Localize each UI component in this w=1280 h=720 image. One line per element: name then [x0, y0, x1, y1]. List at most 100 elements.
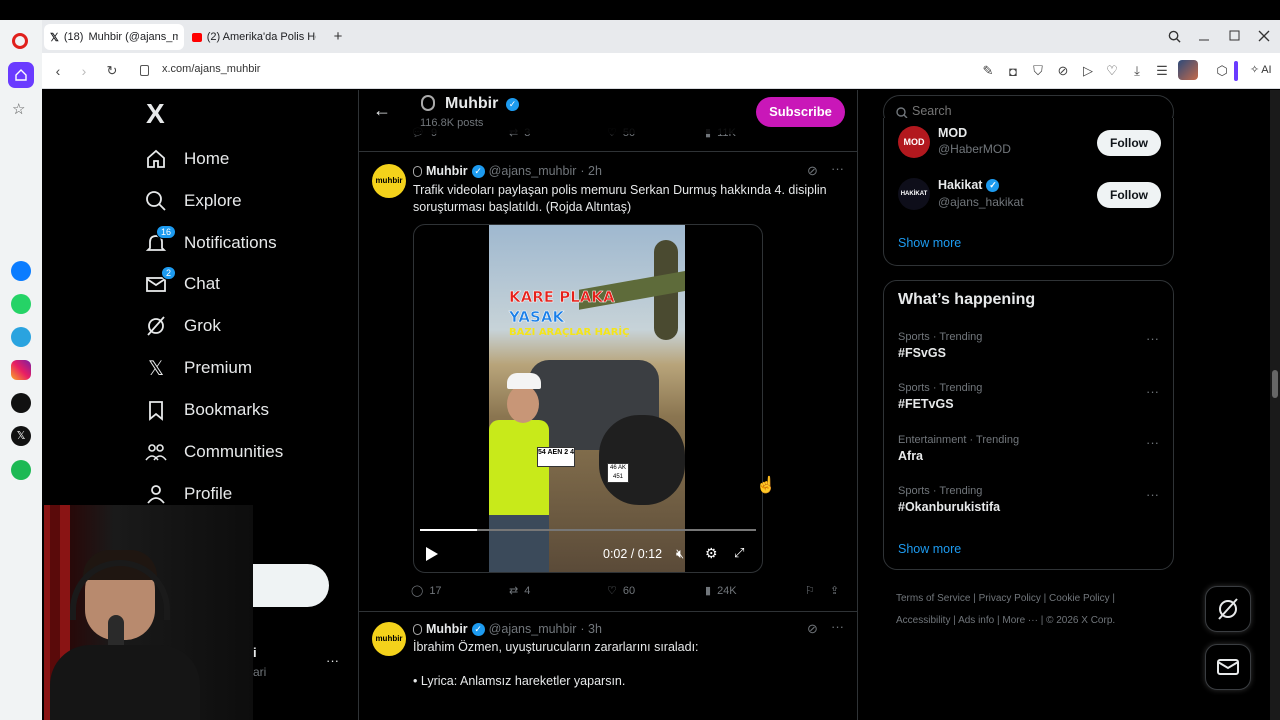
footer-privacy[interactable]: Privacy Policy [979, 593, 1041, 604]
maximize-icon[interactable] [1226, 28, 1242, 44]
reply-icon: ◯ [411, 585, 424, 597]
nav-chat[interactable]: 2 Chat [144, 266, 220, 300]
trend-more-icon[interactable]: ··· [1146, 331, 1159, 346]
play-icon[interactable]: ▷ [1080, 63, 1096, 79]
trend-item[interactable]: Sports · Trending #Okanburukistifa [898, 485, 1158, 514]
fullscreen-icon[interactable]: ⤢ [734, 545, 744, 561]
nav-grok[interactable]: Grok [144, 310, 221, 342]
footer-ads[interactable]: Ads info [958, 615, 994, 626]
back-icon[interactable]: ‹ [50, 63, 66, 79]
x-logo[interactable]: X [146, 98, 165, 130]
nav-communities[interactable]: Communities [144, 436, 283, 468]
nav-home[interactable]: Home [144, 143, 229, 175]
edit-icon[interactable]: ✎ [980, 63, 996, 79]
grok-post-icon[interactable]: ⊘ [807, 621, 818, 637]
instagram-icon[interactable] [11, 360, 31, 380]
minimize-icon[interactable] [1196, 28, 1212, 44]
menu-icon[interactable]: ☰ [1154, 63, 1170, 79]
share-button[interactable]: ⇪ [830, 584, 839, 597]
author-handle[interactable]: @ajans_muhbir [489, 622, 577, 636]
messages-float-button[interactable] [1205, 644, 1251, 690]
footer-accessibility[interactable]: Accessibility [896, 615, 950, 626]
mute-icon[interactable]: 🔇︎ [676, 546, 684, 562]
cube-icon[interactable]: ⬡ [1214, 63, 1230, 79]
avatar[interactable]: muhbir [372, 622, 406, 656]
video-player[interactable]: 54 AEN 2 4 46 AK 451 KARE PLAKA YASAK BA… [413, 224, 763, 573]
post-more-icon[interactable]: ··· [831, 619, 844, 634]
follow-button[interactable]: Follow [1097, 182, 1161, 208]
tab-muhbir[interactable]: 𝕏 (18) Muhbir (@ajans_m [44, 24, 184, 50]
footer-terms[interactable]: Terms of Service [896, 593, 970, 604]
nav-label: Chat [184, 274, 220, 293]
trend-item[interactable]: Entertainment · Trending Afra [898, 434, 1158, 463]
telegram-icon[interactable] [11, 327, 31, 347]
messenger-icon[interactable] [11, 261, 31, 281]
post-1[interactable]: muhbir Muhbir ✓ @ajans_muhbir · 2h ⊘ ···… [359, 152, 857, 611]
people-icon [144, 440, 168, 464]
back-arrow-icon[interactable]: ← [373, 100, 391, 121]
author-name[interactable]: Muhbir [426, 622, 468, 636]
views-button[interactable]: ▮ 24K [705, 584, 737, 598]
post-time[interactable]: · 3h [580, 622, 602, 636]
like-button[interactable]: ♡ 60 [607, 584, 635, 598]
x-icon[interactable]: 𝕏 [11, 426, 31, 446]
author-handle[interactable]: @ajans_muhbir [489, 164, 577, 178]
profile-avatar[interactable] [1178, 60, 1198, 80]
page-scrollbar[interactable] [1270, 90, 1280, 720]
vpn-icon[interactable]: ⊘ [1055, 63, 1071, 79]
avatar[interactable]: HAKİKAT [898, 178, 930, 210]
trend-more-icon[interactable]: ··· [1146, 487, 1159, 502]
nav-notifications[interactable]: 16 Notifications [144, 225, 277, 259]
subscribe-button[interactable]: Subscribe [756, 97, 845, 127]
bookmark-button[interactable]: ⚐ [805, 584, 815, 597]
heart-icon[interactable]: ♡ [1104, 63, 1120, 79]
nav-bookmarks[interactable]: Bookmarks [144, 394, 269, 426]
tiktok-icon[interactable] [11, 393, 31, 413]
url-field[interactable]: x.com/ajans_muhbir [162, 63, 260, 75]
close-window-icon[interactable] [1256, 28, 1272, 44]
tab-youtube[interactable]: (2) Amerika'da Polis Her Şe [186, 24, 322, 50]
follow-row-hakikat[interactable]: HAKİKAT Hakikat ✓ @ajans_hakikat Follow [884, 168, 1175, 216]
shield-icon[interactable]: ⛉ [1030, 63, 1046, 79]
account-more-icon[interactable]: ··· [326, 653, 339, 668]
nav-premium[interactable]: 𝕏 Premium [144, 352, 252, 384]
download-icon[interactable]: ⤓ [1129, 63, 1145, 79]
nav-explore[interactable]: Explore [144, 185, 242, 217]
show-more-link[interactable]: Show more [898, 236, 961, 250]
whatsapp-icon[interactable] [11, 294, 31, 314]
grok-float-button[interactable] [1205, 586, 1251, 632]
play-button-icon[interactable] [426, 547, 438, 561]
forward-icon[interactable]: › [76, 63, 92, 79]
search-input[interactable] [912, 104, 1162, 118]
spotify-icon[interactable] [11, 460, 31, 480]
post-time[interactable]: · 2h [580, 164, 602, 178]
video-progress-track[interactable] [420, 529, 756, 531]
opera-logo-icon[interactable] [12, 33, 28, 49]
avatar[interactable]: MOD [898, 126, 930, 158]
show-more-link[interactable]: Show more [898, 542, 961, 556]
post-more-icon[interactable]: ··· [831, 161, 844, 176]
reload-icon[interactable]: ↻ [104, 63, 120, 79]
grok-post-icon[interactable]: ⊘ [807, 163, 818, 179]
settings-icon[interactable]: ⚙ [705, 545, 718, 562]
search-tabs-icon[interactable] [1166, 28, 1182, 44]
trend-item[interactable]: Sports · Trending #FETvGS [898, 382, 1158, 411]
trend-item[interactable]: Sports · Trending #FSvGS [898, 331, 1158, 360]
author-name[interactable]: Muhbir [426, 164, 468, 178]
ai-button[interactable]: ✧ AI [1250, 63, 1272, 77]
scrollbar-thumb[interactable] [1272, 370, 1278, 398]
follow-row-mod[interactable]: MOD MOD @HaberMOD Follow [884, 118, 1175, 166]
footer-cookie[interactable]: Cookie Policy [1049, 593, 1110, 604]
trend-more-icon[interactable]: ··· [1146, 384, 1159, 399]
new-tab-button[interactable]: + [330, 28, 346, 45]
avatar[interactable]: muhbir [372, 164, 406, 198]
trend-more-icon[interactable]: ··· [1146, 435, 1159, 450]
footer-more[interactable]: More ··· [1002, 615, 1038, 626]
post-2[interactable]: muhbir Muhbir ✓ @ajans_muhbir · 3h ⊘ ···… [359, 612, 857, 720]
reply-button[interactable]: ◯ 17 [411, 584, 442, 598]
camera-icon[interactable]: ◘ [1005, 63, 1021, 79]
star-icon[interactable]: ☆ [12, 100, 25, 118]
home-icon[interactable] [8, 62, 34, 88]
repost-button[interactable]: ⇄ 4 [509, 584, 530, 598]
follow-button[interactable]: Follow [1097, 130, 1161, 156]
